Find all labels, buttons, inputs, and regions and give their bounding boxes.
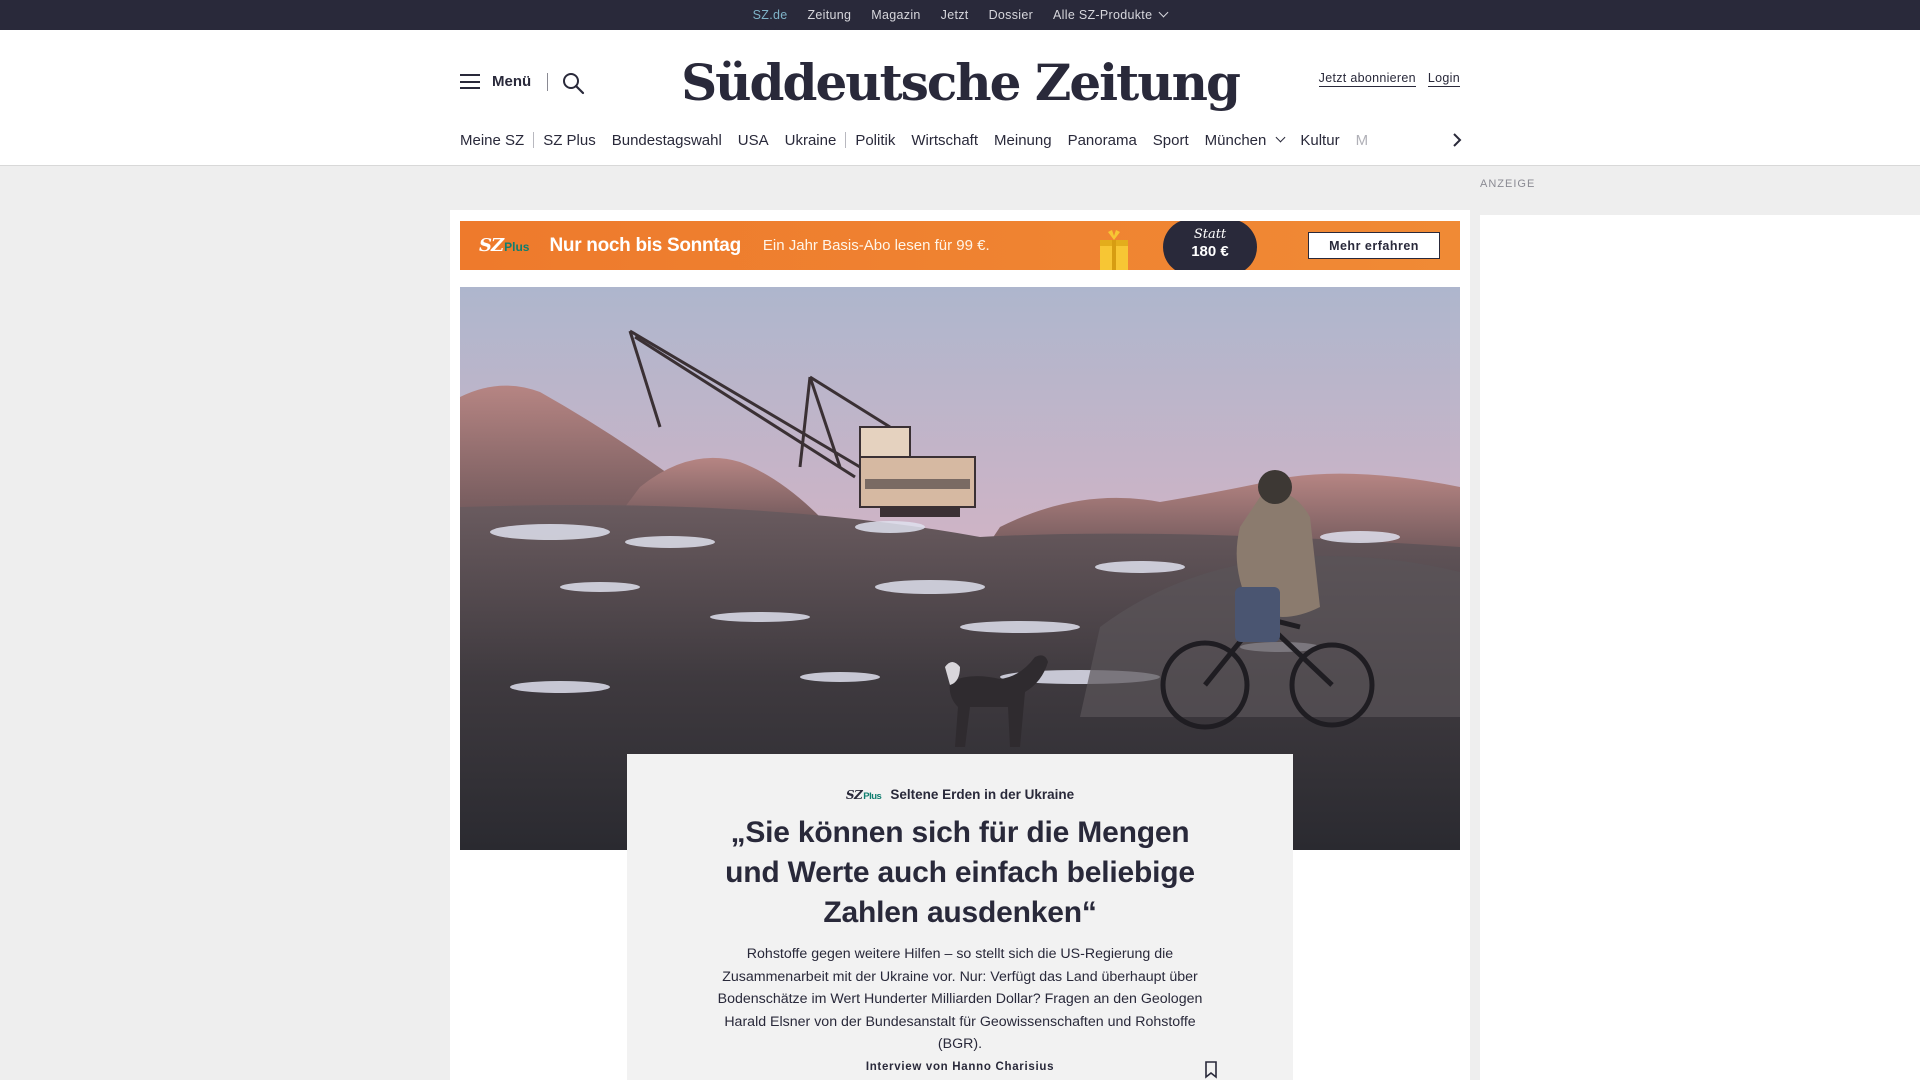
account-links: Jetzt abonnieren Login: [1318, 71, 1460, 87]
kicker-text: Seltene Erden in der Ukraine: [890, 787, 1075, 802]
kicker-plus: Plus: [863, 790, 882, 802]
header-divider: [547, 73, 548, 91]
nav-item-ukraine[interactable]: Ukraine: [785, 132, 837, 149]
nav-item-meine-sz[interactable]: Meine SZ: [460, 132, 524, 149]
nav-divider: [533, 132, 535, 148]
site-logo[interactable]: Süddeutsche Zeitung: [681, 46, 1241, 118]
nav-divider: [845, 132, 847, 148]
menu-button[interactable]: Menü: [460, 73, 531, 90]
nav-item-politik[interactable]: Politik: [855, 132, 895, 149]
product-link-zeitung[interactable]: Zeitung: [808, 8, 852, 22]
article-teaser-card[interactable]: SZPlus Seltene Erden in der Ukraine „Sie…: [627, 754, 1293, 1080]
chevron-down-icon: [1158, 7, 1169, 18]
ad-label: ANZEIGE: [1480, 178, 1536, 190]
price-badge-value: 180 €: [1191, 243, 1229, 260]
nav-item-kultur[interactable]: Kultur: [1300, 132, 1339, 149]
nav-scroll-right-button[interactable]: [1450, 132, 1464, 148]
nav-item-usa[interactable]: USA: [738, 132, 769, 149]
search-icon: [563, 73, 585, 95]
chevron-down-icon: [1275, 132, 1286, 142]
subscribe-link[interactable]: Jetzt abonnieren: [1318, 71, 1416, 87]
section-nav: Meine SZ SZ Plus Bundestagswahl USA Ukra…: [460, 128, 1462, 152]
product-link-magazin[interactable]: Magazin: [871, 8, 920, 22]
more-info-button[interactable]: Mehr erfahren: [1308, 232, 1440, 259]
sz-plus-badge: SZPlus: [846, 788, 882, 802]
nav-item-sport[interactable]: Sport: [1153, 132, 1189, 149]
bookmark-icon: [1205, 1061, 1217, 1079]
nav-item-panorama[interactable]: Panorama: [1068, 132, 1137, 149]
login-link[interactable]: Login: [1427, 71, 1460, 87]
chevron-right-icon: [1453, 133, 1462, 147]
sz-plus-logo-plus: Plus: [504, 240, 530, 254]
nav-item-bundestagswahl[interactable]: Bundestagswahl: [612, 132, 722, 149]
product-link-sz-de[interactable]: SZ.de: [753, 8, 788, 34]
price-badge: Statt 180 €: [1163, 221, 1257, 270]
promo-banner[interactable]: SZPlus Nur noch bis Sonntag Ein Jahr Bas…: [460, 221, 1460, 270]
nav-item-sz-plus[interactable]: SZ Plus: [543, 132, 596, 149]
product-link-dossier[interactable]: Dossier: [989, 8, 1033, 22]
nav-item-wirtschaft[interactable]: Wirtschaft: [911, 132, 978, 149]
gift-box-icon: [1100, 230, 1128, 270]
kicker-sz: SZ: [845, 787, 863, 802]
article-kicker: SZPlus Seltene Erden in der Ukraine: [627, 787, 1293, 802]
sz-plus-logo-sz: SZ: [479, 235, 504, 256]
all-products-dropdown[interactable]: Alle SZ-Produkte: [1053, 7, 1169, 22]
hamburger-icon: [460, 74, 480, 89]
nav-item-meinung[interactable]: Meinung: [994, 132, 1052, 149]
sz-plus-logo: SZPlus: [479, 235, 529, 256]
search-button[interactable]: [561, 71, 585, 95]
bookmark-button[interactable]: [1204, 1061, 1218, 1079]
article-headline[interactable]: „Sie können sich für die Mengen und Wert…: [700, 813, 1220, 933]
promo-subtitle: Ein Jahr Basis-Abo lesen für 99 €.: [762, 237, 990, 254]
promo-title: Nur noch bis Sonntag: [549, 234, 741, 256]
sidebar-ad-slot: [1480, 215, 1920, 1080]
nav-item-muenchen[interactable]: München: [1204, 131, 1286, 149]
menu-label: Menü: [492, 73, 532, 90]
article-byline: Interview von Hanno Charisius: [865, 1061, 1055, 1073]
article-summary: Rohstoffe gegen weitere Hilfen – so stel…: [717, 946, 1203, 1052]
product-link-jetzt[interactable]: Jetzt: [941, 8, 969, 22]
all-products-label: Alle SZ-Produkte: [1053, 8, 1153, 22]
site-header: Menü Süddeutsche Zeitung Jetzt abonniere…: [0, 30, 1920, 166]
nav-item-muenchen-label: München: [1204, 131, 1267, 149]
product-bar-items: SZ.de Zeitung Magazin Jetzt Dossier Alle…: [753, 7, 1169, 34]
product-bar: SZ.de Zeitung Magazin Jetzt Dossier Alle…: [0, 0, 1920, 34]
price-badge-statt: Statt: [1193, 227, 1227, 242]
nav-item-truncated[interactable]: M: [1356, 132, 1369, 149]
